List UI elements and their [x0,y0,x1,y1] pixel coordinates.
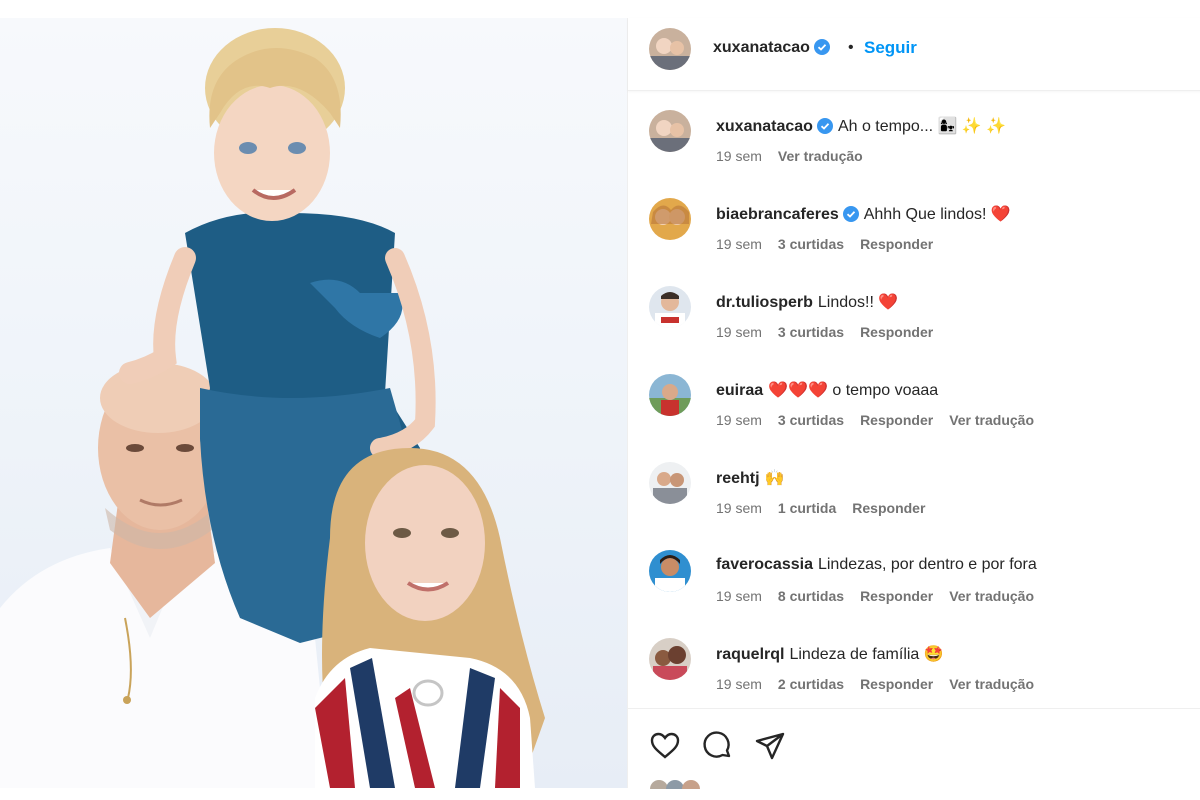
comment-time: 19 sem [716,148,762,164]
post-photo[interactable] [0,18,627,788]
commenter-avatar[interactable] [649,110,691,152]
see-translation-link[interactable]: Ver tradução [949,412,1034,428]
heart-outline-icon[interactable] [648,729,682,763]
post-header: xuxanatacao • Seguir [628,18,1200,91]
liked-by-avatars[interactable] [649,775,719,789]
commenter-avatar[interactable] [649,550,691,592]
comment-time: 19 sem [716,236,762,252]
post-side-panel: xuxanatacao • Seguir xuxanatacao Ah o tem… [627,18,1200,789]
verified-badge-icon [816,118,833,134]
author-username[interactable]: xuxanatacao [713,39,830,57]
comment-time: 19 sem [716,588,762,604]
comment-item: faverocassia Lindezas, por dentro e por f… [628,530,1200,618]
follow-button[interactable]: Seguir [864,38,917,58]
comment-text: Ah o tempo... 👩‍👧 ✨ ✨ [837,118,1007,135]
comments-list: xuxanatacao Ah o tempo... 👩‍👧 ✨ ✨ 19 sem V… [628,90,1200,708]
commenter-username[interactable]: xuxanatacao [716,118,813,135]
see-translation-link[interactable]: Ver tradução [778,148,863,164]
comment-text: Lindos!! ❤️ [817,294,899,311]
comment-item: dr.tuliosperb Lindos!! ❤️ 19 sem 3 curtida… [628,266,1200,354]
family-photo-illustration [0,28,545,788]
commenter-avatar[interactable] [649,638,691,680]
comment-text: ❤️❤️❤️ o tempo voaaa [768,382,939,399]
commenter-username[interactable]: biaebrancaferes [716,206,839,223]
reply-button[interactable]: Responder [860,588,933,604]
likes-count[interactable]: 2 curtidas [778,676,844,692]
post-actions-bar [628,708,1200,789]
commenter-username[interactable]: faverocassia [716,556,813,573]
likes-count[interactable]: 1 curtida [778,500,836,516]
comment-item: raquelrql Lindeza de família 🤩 19 sem 2 cu… [628,618,1200,706]
reply-button[interactable]: Responder [860,236,933,252]
reply-button[interactable]: Responder [860,324,933,340]
comment-text: Lindezas, por dentro e por fora [817,556,1037,573]
commenter-username[interactable]: dr.tuliosperb [716,294,813,311]
comment-text: Ahhh Que lindos! ❤️ [863,206,1011,223]
commenter-avatar[interactable] [649,374,691,416]
separator-dot: • [848,39,854,56]
reply-button[interactable]: Responder [860,676,933,692]
comment-item: biaebrancaferes Ahhh Que lindos! ❤️ 19 se… [628,178,1200,266]
comment-item: euiraa ❤️❤️❤️ o tempo voaaa 19 sem 3 curti… [628,354,1200,442]
verified-badge-icon [813,39,830,55]
comment-time: 19 sem [716,412,762,428]
comment-time: 19 sem [716,500,762,516]
verified-badge-icon [842,206,859,222]
commenter-avatar[interactable] [649,462,691,504]
comment-item: xuxanatacao Ah o tempo... 👩‍👧 ✨ ✨ 19 sem V… [628,90,1200,178]
comment-text: 🙌 [764,470,785,487]
see-translation-link[interactable]: Ver tradução [949,588,1034,604]
comment-text: Lindeza de família 🤩 [789,646,944,663]
author-avatar[interactable] [649,28,691,70]
commenter-avatar[interactable] [649,286,691,328]
comment-item: reehtj 🙌 19 sem 1 curtida Responder [628,442,1200,530]
likes-count[interactable]: 3 curtidas [778,412,844,428]
likes-count[interactable]: 8 curtidas [778,588,844,604]
see-translation-link[interactable]: Ver tradução [949,676,1034,692]
paper-plane-icon[interactable] [753,729,787,763]
likes-count[interactable]: 3 curtidas [778,236,844,252]
reply-button[interactable]: Responder [860,412,933,428]
comment-time: 19 sem [716,324,762,340]
comment-bubble-icon[interactable] [700,729,734,763]
likes-count[interactable]: 3 curtidas [778,324,844,340]
comment-time: 19 sem [716,676,762,692]
reply-button[interactable]: Responder [852,500,925,516]
commenter-username[interactable]: raquelrql [716,646,784,663]
commenter-avatar[interactable] [649,198,691,240]
commenter-username[interactable]: euiraa [716,382,763,399]
commenter-username[interactable]: reehtj [716,470,760,487]
